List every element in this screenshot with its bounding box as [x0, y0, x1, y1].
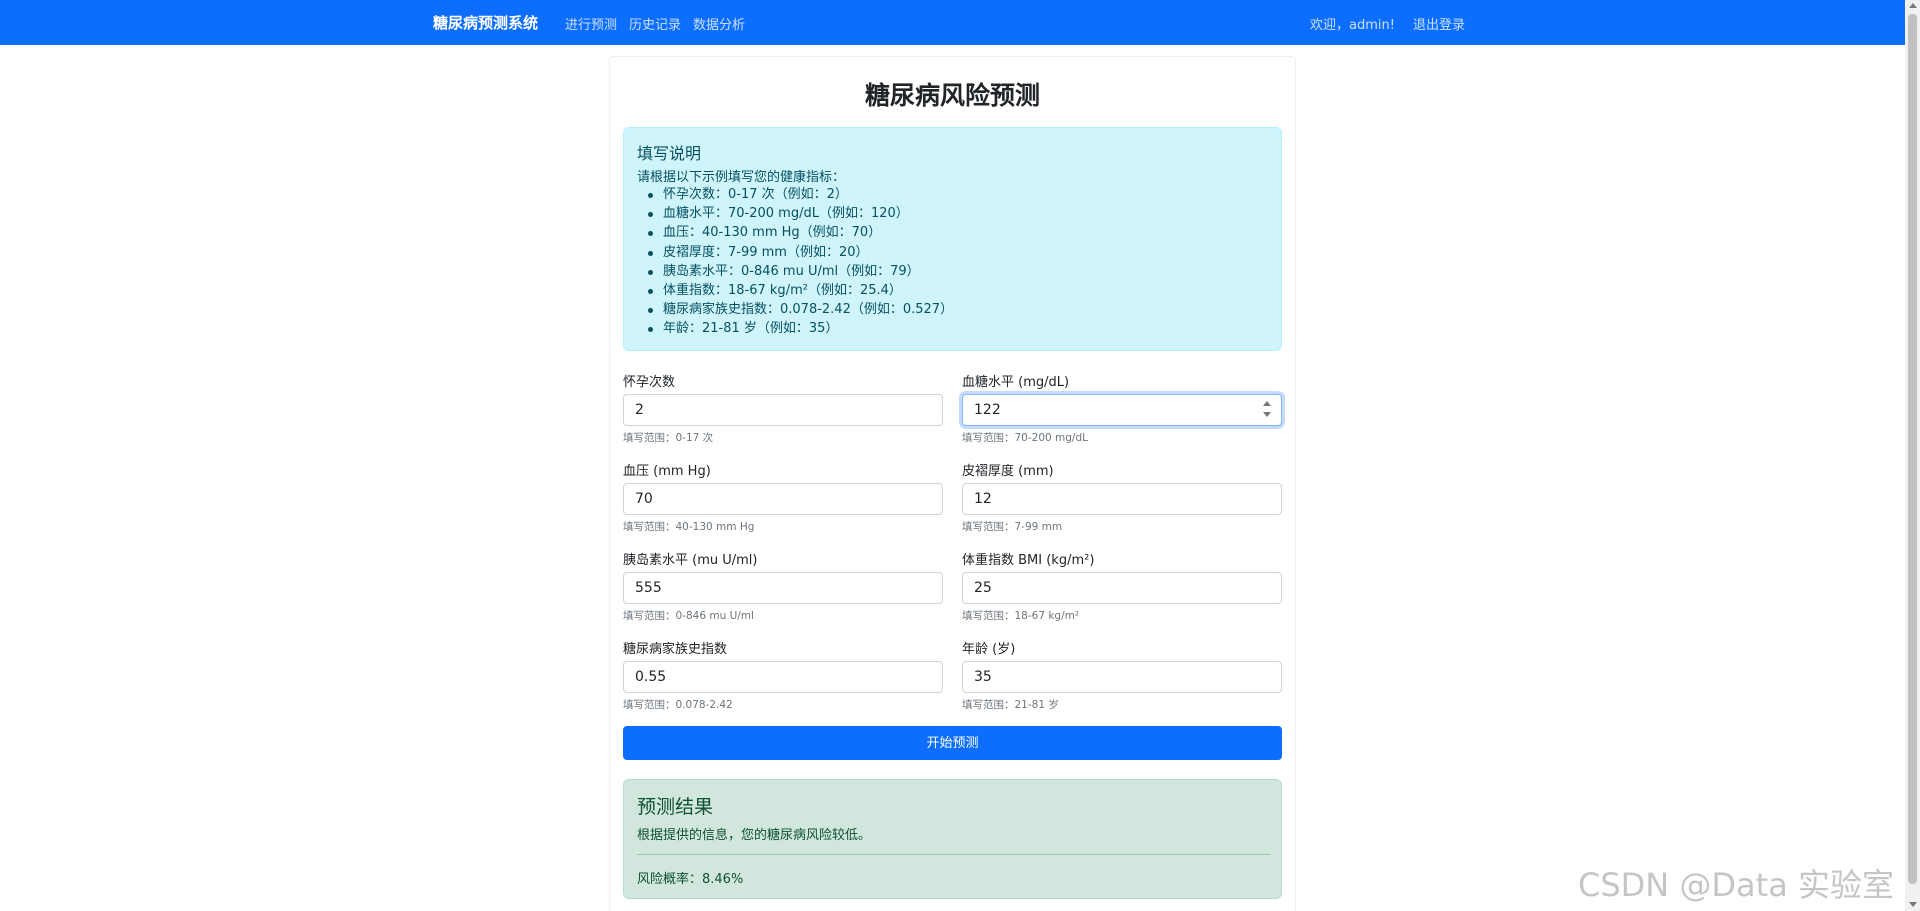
- pregnancies-hint: 填写范围：0-17 次: [623, 432, 714, 444]
- blood-pressure-input[interactable]: 70: [623, 483, 943, 515]
- result-text: 根据提供的信息，您的糖尿病风险较低。: [637, 828, 872, 843]
- instruction-item: 怀孕次数：0-17 次（例如：2）: [637, 185, 953, 204]
- result-divider: [637, 854, 1270, 855]
- bmi-label: 体重指数 BMI (kg/m²): [962, 553, 1095, 568]
- instruction-item: 胰岛素水平：0-846 mu U/ml（例如：79）: [637, 262, 953, 281]
- result-alert: 预测结果 根据提供的信息，您的糖尿病风险较低。 风险概率：8.46%: [623, 779, 1282, 899]
- pedigree-input[interactable]: 0.55: [623, 661, 943, 693]
- number-spinner[interactable]: [1263, 399, 1271, 421]
- top-navbar: 糖尿病预测系统 进行预测 历史记录 数据分析 欢迎，admin! 退出登录: [0, 0, 1905, 45]
- start-prediction-button[interactable]: 开始预测: [623, 726, 1282, 760]
- age-label: 年龄 (岁): [962, 642, 1016, 657]
- age-hint: 填写范围：21-81 岁: [962, 699, 1059, 711]
- pregnancies-label: 怀孕次数: [623, 375, 676, 390]
- brand-link[interactable]: 糖尿病预测系统: [433, 12, 538, 33]
- bmi-input[interactable]: 25: [962, 572, 1282, 604]
- vertical-scrollbar[interactable]: [1905, 0, 1920, 911]
- insulin-label: 胰岛素水平 (mu U/ml): [623, 553, 758, 568]
- instruction-item: 年龄：21-81 岁（例如：35）: [637, 319, 953, 338]
- bmi-hint: 填写范围：18-67 kg/m²: [962, 610, 1080, 622]
- logout-link[interactable]: 退出登录: [1413, 14, 1465, 33]
- page-title: 糖尿病风险预测: [864, 81, 1040, 110]
- instructions-list: 怀孕次数：0-17 次（例如：2） 血糖水平：70-200 mg/dL（例如：1…: [637, 185, 953, 339]
- pedigree-hint: 填写范围：0.078-2.42: [623, 699, 733, 711]
- result-title: 预测结果: [637, 796, 714, 818]
- watermark: CSDN @Data 实验室: [1578, 866, 1894, 904]
- instructions-alert: 填写说明 请根据以下示例填写您的健康指标： 怀孕次数：0-17 次（例如：2） …: [623, 127, 1282, 351]
- skin-thickness-label: 皮褶厚度 (mm): [962, 464, 1054, 479]
- skin-thickness-input[interactable]: 12: [962, 483, 1282, 515]
- glucose-hint: 填写范围：70-200 mg/dL: [962, 432, 1088, 444]
- glucose-value: 122: [974, 402, 1001, 418]
- nav-link-predict[interactable]: 进行预测: [565, 14, 617, 33]
- instruction-item: 血糖水平：70-200 mg/dL（例如：120）: [637, 204, 953, 223]
- instruction-item: 皮褶厚度：7-99 mm（例如：20）: [637, 243, 953, 262]
- scrollbar-thumb[interactable]: [1908, 14, 1917, 884]
- scroll-up-icon[interactable]: [1909, 3, 1917, 8]
- insulin-hint: 填写范围：0-846 mu U/ml: [623, 610, 754, 622]
- instructions-title: 填写说明: [637, 144, 702, 163]
- nav-link-analysis[interactable]: 数据分析: [693, 14, 745, 33]
- skin-thickness-hint: 填写范围：7-99 mm: [962, 521, 1063, 533]
- spinner-down-icon[interactable]: [1263, 412, 1271, 417]
- instruction-item: 体重指数：18-67 kg/m²（例如：25.4）: [637, 281, 953, 300]
- glucose-label: 血糖水平 (mg/dL): [962, 375, 1070, 390]
- glucose-input[interactable]: 122: [962, 394, 1282, 426]
- age-input[interactable]: 35: [962, 661, 1282, 693]
- blood-pressure-hint: 填写范围：40-130 mm Hg: [623, 521, 755, 533]
- pedigree-label: 糖尿病家族史指数: [623, 642, 728, 657]
- pregnancies-input[interactable]: 2: [623, 394, 943, 426]
- instructions-intro: 请根据以下示例填写您的健康指标：: [637, 170, 846, 185]
- blood-pressure-label: 血压 (mm Hg): [623, 464, 711, 479]
- instruction-item: 糖尿病家族史指数：0.078-2.42（例如：0.527）: [637, 300, 953, 319]
- nav-link-history[interactable]: 历史记录: [629, 14, 681, 33]
- risk-probability: 风险概率：8.46%: [637, 872, 744, 887]
- insulin-input[interactable]: 555: [623, 572, 943, 604]
- instruction-item: 血压：40-130 mm Hg（例如：70）: [637, 223, 953, 242]
- scroll-down-icon[interactable]: [1909, 902, 1917, 907]
- welcome-text: 欢迎，admin!: [1310, 18, 1395, 33]
- spinner-up-icon[interactable]: [1263, 401, 1271, 406]
